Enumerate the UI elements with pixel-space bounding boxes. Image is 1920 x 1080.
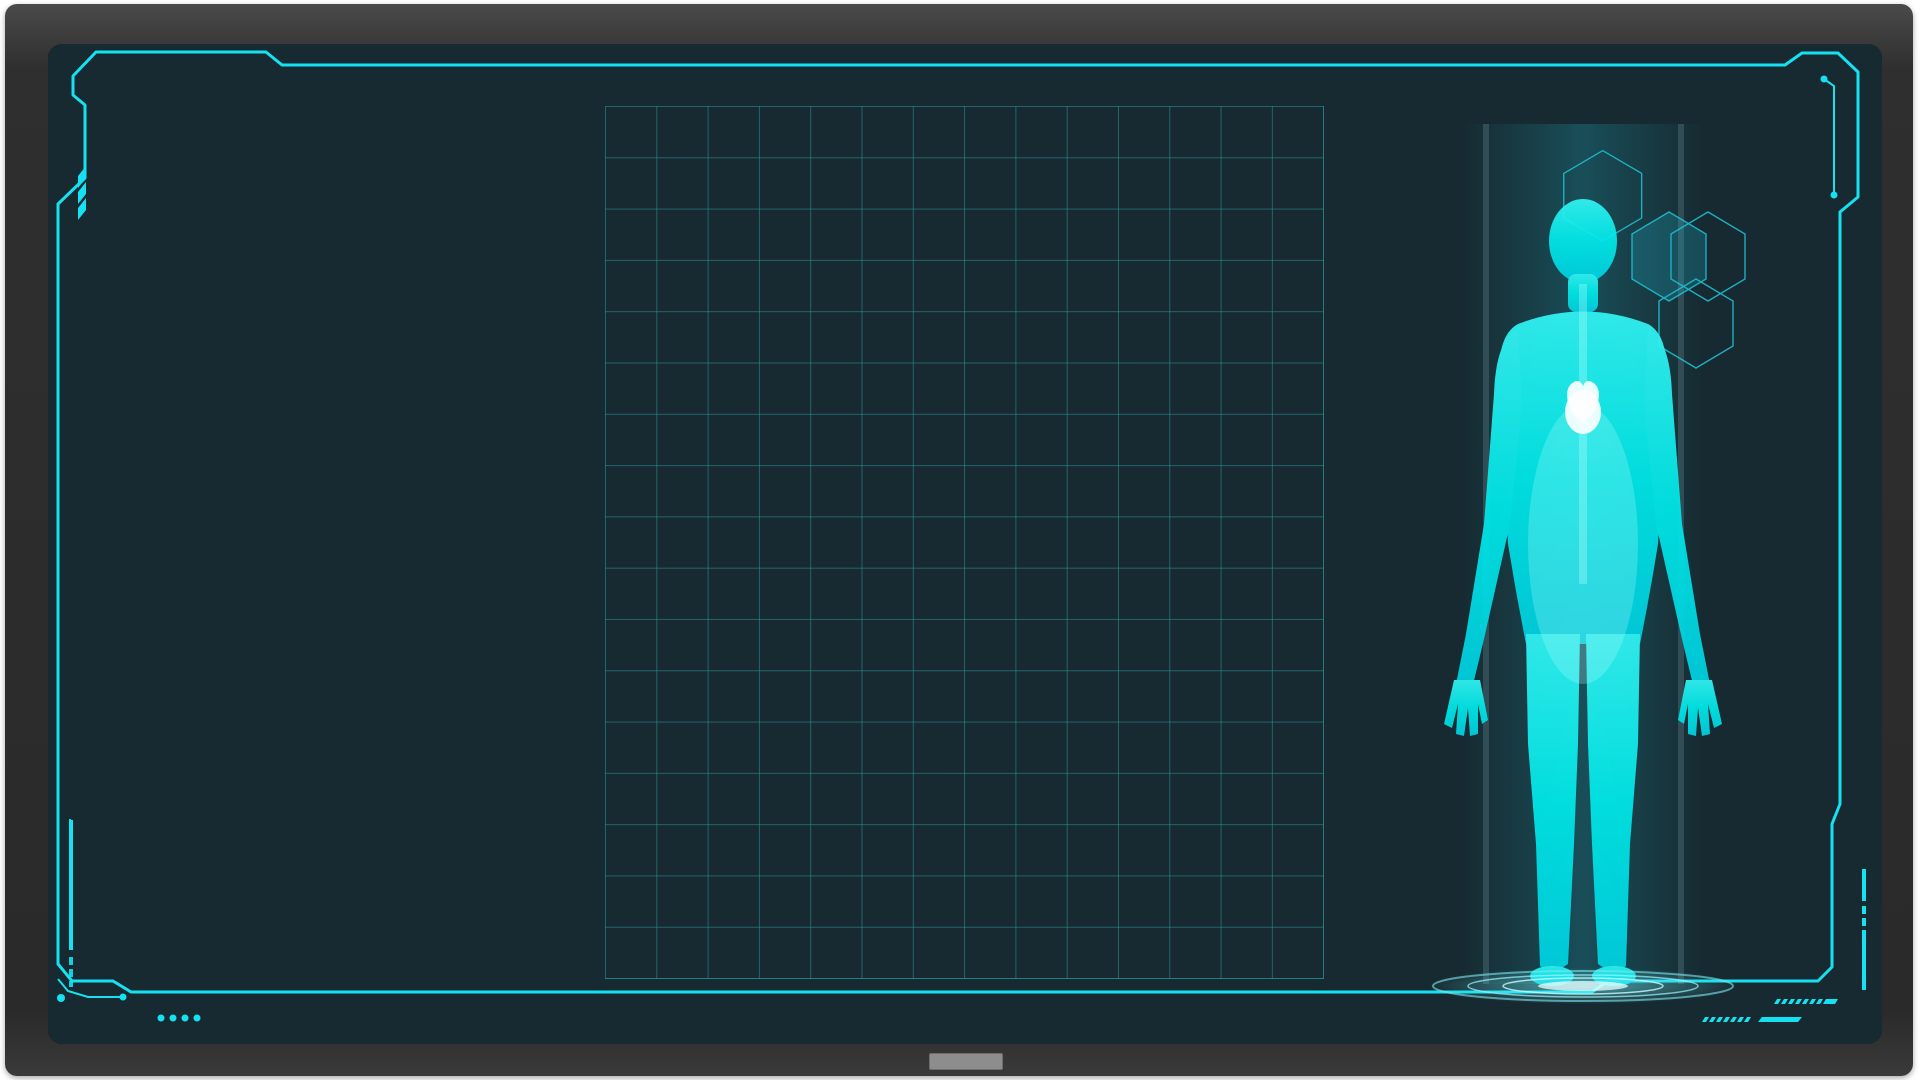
data-grid [605,106,1324,979]
monitor-bezel [5,4,1913,1076]
heart-icon [1565,380,1601,434]
home-indicator[interactable] [929,1053,1003,1070]
dashboard-panel [48,44,1882,1044]
monitor-screen [48,44,1882,1044]
human-body-hologram-icon [1428,124,1746,1004]
projector-base-icon [1428,968,1738,1004]
